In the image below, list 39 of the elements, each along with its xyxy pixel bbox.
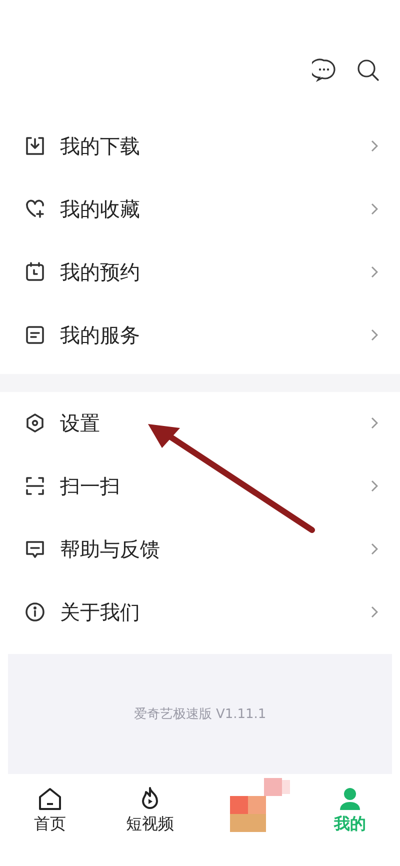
calendar-icon [24, 261, 46, 284]
chevron-icon [371, 329, 378, 342]
chevron-icon [371, 266, 378, 278]
download-icon [24, 135, 46, 158]
service-icon [24, 324, 46, 346]
nav-tab[interactable]: 首页 [0, 786, 100, 835]
scan-icon [24, 475, 46, 498]
menu-label: 帮助与反馈 [60, 536, 161, 563]
menu-item[interactable]: 我的下载 [0, 114, 400, 178]
menu-item[interactable]: 我的服务 [0, 304, 400, 367]
menu-label: 我的预约 [60, 258, 141, 286]
heart-icon [24, 198, 46, 220]
chevron-icon [371, 606, 378, 618]
chevron-icon [371, 417, 378, 430]
menu-label: 扫一扫 [60, 472, 121, 500]
chevron-icon [371, 480, 378, 492]
info-icon [24, 601, 46, 624]
settings-icon [24, 412, 46, 434]
menu-label: 我的服务 [60, 322, 141, 349]
menu-item[interactable]: 关于我们 [0, 580, 400, 644]
version-text: 爱奇艺极速版 V1.11.1 [134, 706, 266, 723]
menu-item[interactable]: 扫一扫 [0, 454, 400, 518]
chevron-icon [371, 203, 378, 216]
home-icon [37, 786, 63, 812]
message-icon[interactable] [312, 58, 336, 82]
user-icon [337, 786, 363, 812]
menu-item[interactable]: 我的预约 [0, 240, 400, 304]
chevron-icon [371, 543, 378, 556]
menu-label: 设置 [60, 410, 101, 437]
nav-tab[interactable]: 短视频 [100, 786, 200, 835]
feedback-icon [24, 538, 46, 560]
menu-label: 我的收藏 [60, 196, 141, 223]
menu-item[interactable]: 帮助与反馈 [0, 518, 400, 581]
search-icon[interactable] [356, 58, 380, 82]
chevron-icon [371, 140, 378, 152]
menu-item[interactable]: 设置 [0, 392, 400, 455]
menu-item[interactable]: 我的收藏 [0, 178, 400, 241]
menu-label: 关于我们 [60, 598, 141, 626]
menu-label: 我的下载 [60, 132, 141, 160]
